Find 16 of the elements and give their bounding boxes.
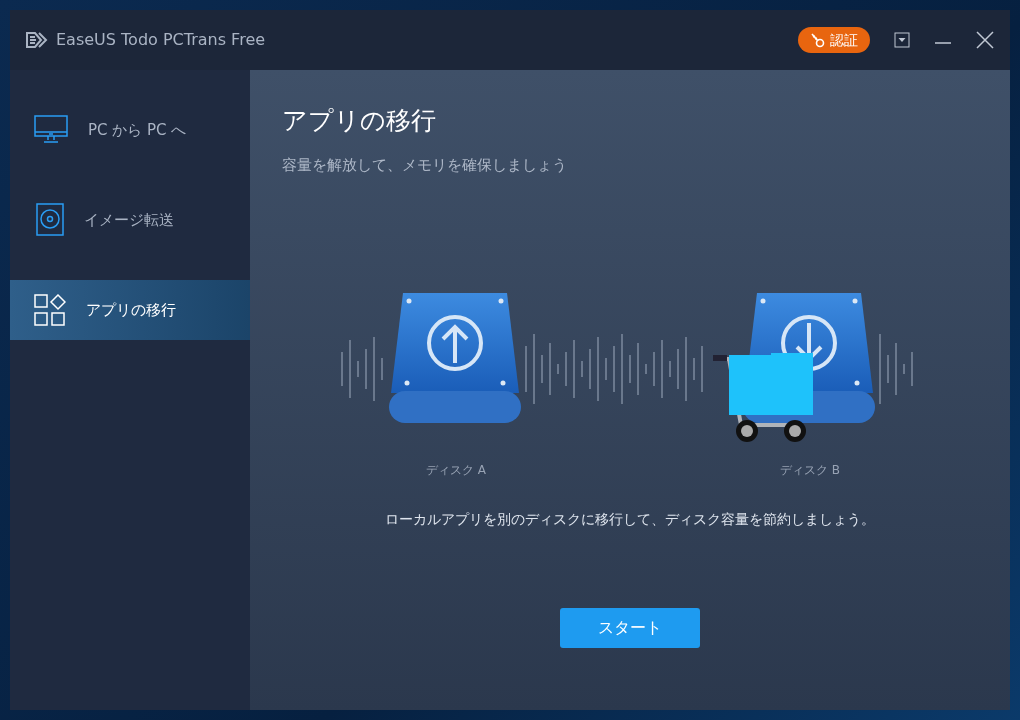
sidebar-item[interactable]: PC から PC へ	[10, 100, 250, 160]
sidebar-item[interactable]: アプリの移行	[10, 280, 250, 340]
monitor-icon	[34, 115, 68, 145]
key-icon	[810, 32, 826, 48]
disk-label: ディスク B	[779, 461, 840, 479]
cart-icon	[713, 352, 813, 442]
close-icon[interactable]	[976, 31, 994, 49]
logo-icon	[26, 31, 48, 49]
page-title: アプリの移行	[282, 106, 437, 136]
sidebar-item[interactable]: イメージ転送	[10, 190, 250, 250]
window-title: EaseUS Todo PCTrans Free	[56, 29, 266, 51]
dropdown-icon[interactable]	[894, 32, 910, 48]
disk-label: ディスク A	[426, 461, 486, 479]
page-subtitle: 容量を解放して、メモリを確保しましょう	[282, 155, 568, 176]
description-text: ローカルアプリを別のディスクに移行して、ディスク容量を節約しましょう。	[385, 510, 875, 527]
apps-icon	[34, 294, 66, 326]
